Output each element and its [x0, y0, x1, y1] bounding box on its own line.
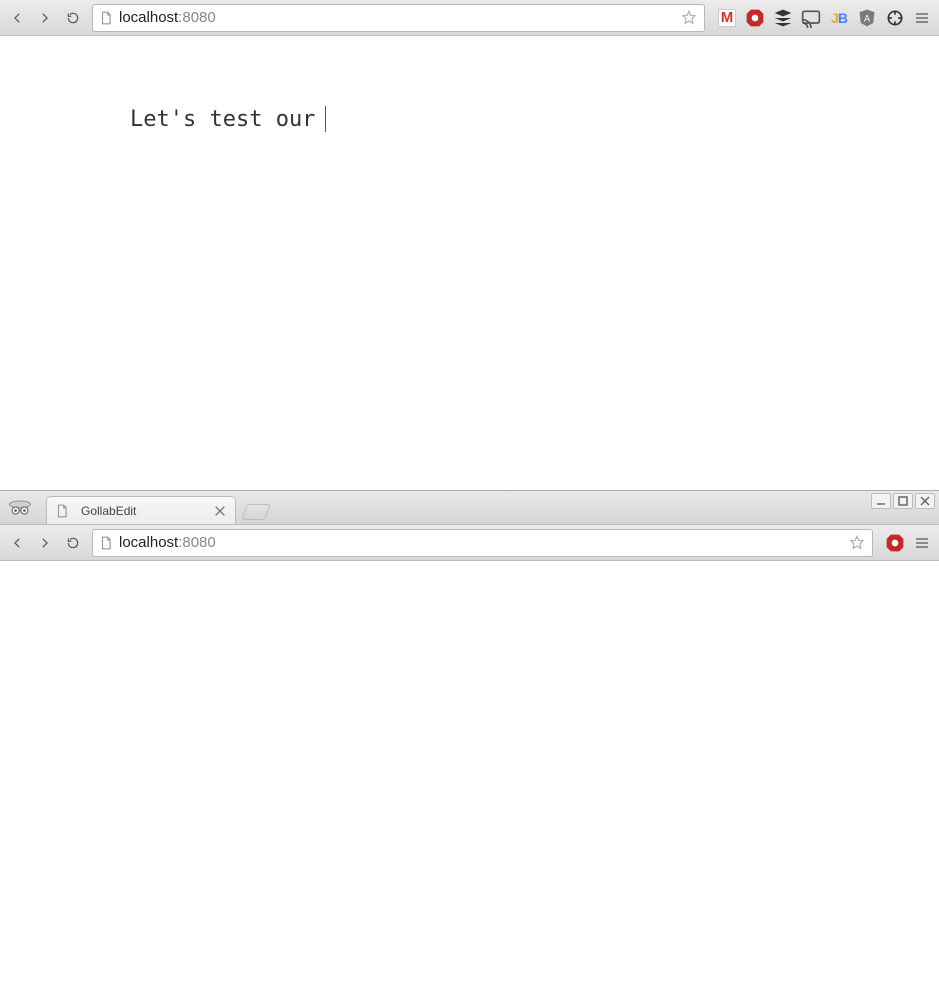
- tab-gollabedit[interactable]: GollabEdit: [46, 496, 236, 524]
- gmail-extension-icon[interactable]: M: [717, 8, 737, 28]
- back-button[interactable]: [4, 530, 30, 556]
- bookmark-star-icon[interactable]: [680, 9, 698, 27]
- reload-icon: [66, 536, 80, 550]
- extension-row: [879, 533, 907, 553]
- stack-icon: [773, 8, 793, 28]
- bookmark-star-icon[interactable]: [848, 534, 866, 552]
- arrow-left-icon: [10, 11, 24, 25]
- url-host: localhost: [119, 9, 178, 26]
- back-button[interactable]: [4, 5, 30, 31]
- circle-arrows-icon: [885, 8, 905, 28]
- browser-window-1: localhost:8080 M: [0, 0, 939, 490]
- forward-button[interactable]: [32, 5, 58, 31]
- tab-strip: GollabEdit: [0, 491, 939, 525]
- url-host: localhost: [119, 534, 178, 551]
- toolbar: localhost:8080 M: [0, 0, 939, 36]
- text-cursor: [325, 106, 326, 132]
- address-bar[interactable]: localhost:8080: [92, 4, 705, 32]
- tab-close-button[interactable]: [213, 504, 227, 518]
- url-port: :8080: [178, 534, 216, 551]
- new-tab-button[interactable]: [241, 504, 271, 520]
- svg-text:A: A: [864, 13, 871, 23]
- editor-text: Let's test our: [130, 107, 315, 132]
- cast-extension-icon[interactable]: [801, 8, 821, 28]
- reload-icon: [66, 11, 80, 25]
- jb-logo-icon: JB: [831, 10, 847, 26]
- page-icon: [99, 11, 113, 25]
- address-bar[interactable]: localhost:8080: [92, 529, 873, 557]
- extension-row: M JB: [711, 8, 907, 28]
- sync-extension-icon[interactable]: [885, 8, 905, 28]
- incognito-icon: [6, 496, 34, 518]
- angular-extension-icon[interactable]: A: [857, 8, 877, 28]
- gmail-m-icon: M: [718, 9, 737, 27]
- incognito-badge: [0, 490, 40, 524]
- toolbar: localhost:8080: [0, 525, 939, 561]
- page-icon: [55, 504, 69, 518]
- maximize-icon: [898, 496, 908, 506]
- menu-button[interactable]: [909, 5, 935, 31]
- jb-extension-icon[interactable]: JB: [829, 8, 849, 28]
- reload-button[interactable]: [60, 530, 86, 556]
- adblock-extension-icon[interactable]: [745, 8, 765, 28]
- page-content-1[interactable]: Let's test our: [0, 36, 939, 490]
- close-icon: [213, 504, 227, 518]
- url-text: localhost:8080: [119, 9, 680, 26]
- close-icon: [920, 496, 930, 506]
- stop-octagon-icon: [745, 8, 765, 28]
- window-controls: [871, 493, 935, 509]
- editor-line[interactable]: Let's test our: [130, 106, 939, 132]
- buffer-extension-icon[interactable]: [773, 8, 793, 28]
- page-icon: [99, 536, 113, 550]
- reload-button[interactable]: [60, 5, 86, 31]
- hamburger-icon: [914, 10, 930, 26]
- arrow-left-icon: [10, 536, 24, 550]
- browser-window-2: GollabEdit: [0, 490, 939, 981]
- close-window-button[interactable]: [915, 493, 935, 509]
- minimize-button[interactable]: [871, 493, 891, 509]
- tab-title: GollabEdit: [81, 504, 207, 518]
- minimize-icon: [876, 496, 886, 506]
- page-content-2[interactable]: [0, 561, 939, 981]
- menu-button[interactable]: [909, 530, 935, 556]
- stop-octagon-icon: [885, 533, 905, 553]
- arrow-right-icon: [38, 11, 52, 25]
- arrow-right-icon: [38, 536, 52, 550]
- cast-icon: [801, 8, 821, 28]
- forward-button[interactable]: [32, 530, 58, 556]
- hamburger-icon: [914, 535, 930, 551]
- adblock-extension-icon[interactable]: [885, 533, 905, 553]
- url-port: :8080: [178, 9, 216, 26]
- shield-icon: A: [857, 8, 877, 28]
- url-text: localhost:8080: [119, 534, 848, 551]
- maximize-button[interactable]: [893, 493, 913, 509]
